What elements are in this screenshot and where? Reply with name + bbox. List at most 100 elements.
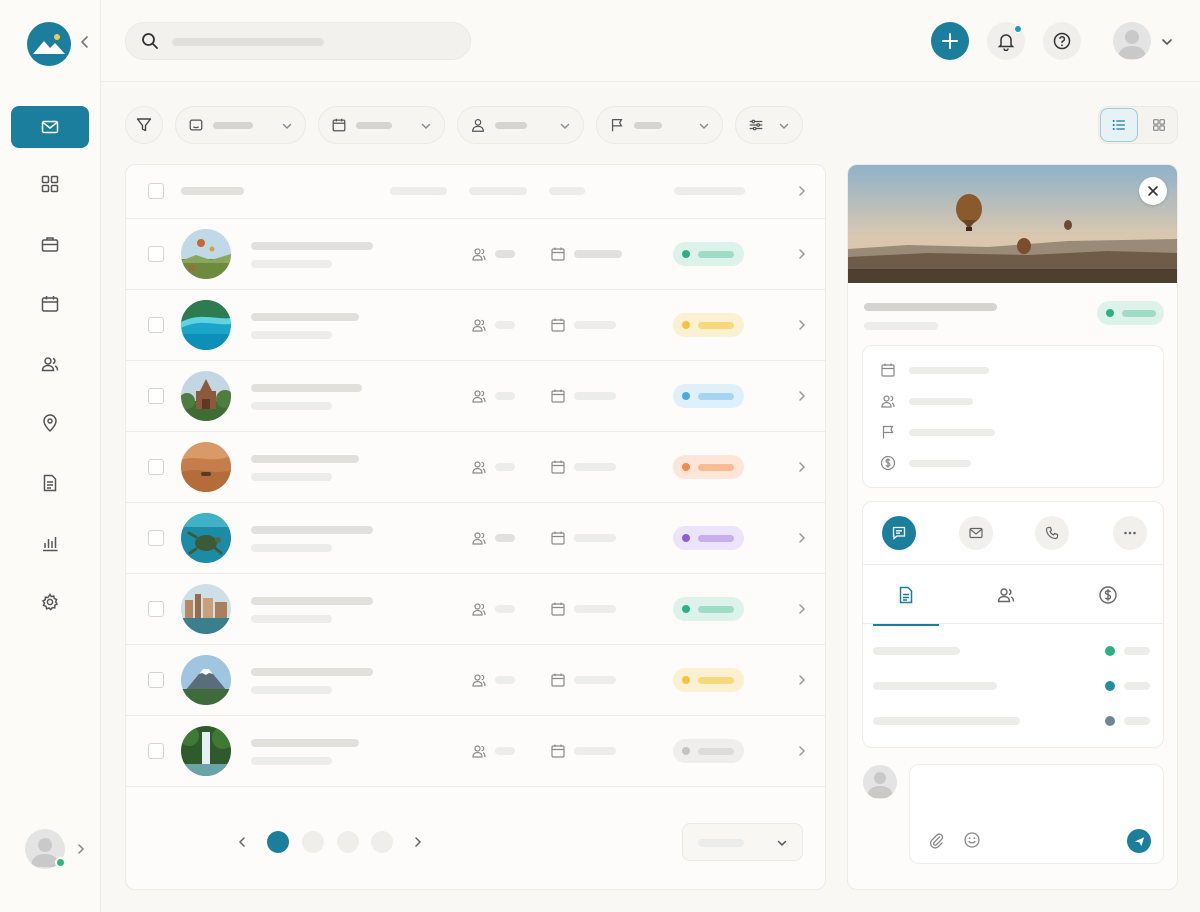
tab-participants[interactable] bbox=[973, 565, 1039, 625]
rows-per-page-select[interactable] bbox=[682, 823, 803, 861]
sidebar-item-reports[interactable] bbox=[11, 522, 89, 564]
filter-priority-dropdown[interactable] bbox=[596, 106, 723, 144]
chevron-right-icon bbox=[799, 186, 806, 196]
row-subtitle bbox=[251, 757, 332, 765]
help-icon bbox=[1053, 32, 1071, 50]
chevron-right-icon bbox=[799, 604, 806, 614]
close-detail-button[interactable] bbox=[1139, 177, 1167, 205]
row-checkbox[interactable] bbox=[148, 743, 164, 759]
row-checkbox[interactable] bbox=[148, 672, 164, 688]
calendar-icon bbox=[551, 602, 565, 616]
call-button[interactable] bbox=[1035, 516, 1069, 550]
row-thumbnail-coast bbox=[181, 300, 231, 350]
status-badge bbox=[673, 668, 744, 692]
column-header-date[interactable] bbox=[469, 187, 527, 195]
filter-button[interactable] bbox=[125, 106, 163, 144]
sidebar-item-calendar[interactable] bbox=[11, 283, 89, 325]
status-badge bbox=[673, 739, 744, 763]
add-new-button[interactable] bbox=[931, 22, 969, 60]
attachment-icon[interactable] bbox=[927, 831, 945, 849]
page-4-button[interactable] bbox=[371, 831, 393, 853]
row-checkbox[interactable] bbox=[148, 530, 164, 546]
filter-date-dropdown[interactable] bbox=[318, 106, 445, 144]
sidebar-item-contacts[interactable] bbox=[11, 343, 89, 385]
tab-notes[interactable] bbox=[873, 565, 939, 626]
column-header-owner[interactable] bbox=[390, 187, 447, 195]
sidebar-item-locations[interactable] bbox=[11, 402, 89, 444]
table-row[interactable] bbox=[126, 645, 825, 716]
table-row[interactable] bbox=[126, 361, 825, 432]
row-thumbnail-city bbox=[181, 584, 231, 634]
row-thumbnail-turtle bbox=[181, 513, 231, 563]
users-icon bbox=[472, 603, 486, 616]
filter-owner-dropdown[interactable] bbox=[457, 106, 584, 144]
list-item[interactable] bbox=[873, 646, 1153, 656]
email-button[interactable] bbox=[959, 516, 993, 550]
sidebar-item-documents[interactable] bbox=[11, 462, 89, 504]
page-3-button[interactable] bbox=[337, 831, 359, 853]
row-date bbox=[574, 676, 616, 684]
table-row[interactable] bbox=[126, 503, 825, 574]
filter-owner-label bbox=[495, 121, 527, 129]
row-owner-count bbox=[495, 463, 515, 471]
table-row[interactable] bbox=[126, 219, 825, 290]
sidebar-item-dashboard[interactable] bbox=[11, 163, 89, 205]
user-avatar[interactable] bbox=[1113, 22, 1151, 60]
users-icon bbox=[472, 745, 486, 758]
search-icon bbox=[142, 33, 158, 49]
list-item[interactable] bbox=[873, 716, 1153, 726]
emoji-icon[interactable] bbox=[963, 831, 981, 849]
sidebar-item-projects[interactable] bbox=[11, 223, 89, 265]
row-subtitle bbox=[251, 615, 332, 623]
row-checkbox[interactable] bbox=[148, 601, 164, 617]
table-row[interactable] bbox=[126, 432, 825, 503]
sliders-icon bbox=[749, 119, 763, 131]
row-title bbox=[251, 526, 373, 534]
user-menu-expand-button[interactable] bbox=[75, 842, 87, 856]
next-page-button[interactable] bbox=[412, 835, 424, 849]
collapse-sidebar-button[interactable] bbox=[78, 34, 92, 50]
comment-input[interactable] bbox=[922, 775, 1152, 825]
chevron-left-icon bbox=[81, 36, 88, 48]
sidebar-item-inbox[interactable] bbox=[11, 106, 89, 148]
sidebar-item-settings[interactable] bbox=[11, 581, 89, 623]
row-checkbox[interactable] bbox=[148, 317, 164, 333]
table-row[interactable] bbox=[126, 716, 825, 787]
page-1-button[interactable] bbox=[267, 831, 289, 853]
row-thumbnail-waterfall bbox=[181, 726, 231, 776]
search-bar[interactable] bbox=[125, 22, 471, 60]
calendar-icon bbox=[332, 118, 346, 132]
column-header-status[interactable] bbox=[674, 187, 745, 195]
select-all-checkbox[interactable] bbox=[148, 183, 164, 199]
calendar-icon bbox=[551, 531, 565, 545]
row-checkbox[interactable] bbox=[148, 246, 164, 262]
detail-hero-image bbox=[848, 165, 1177, 283]
filter-category-dropdown[interactable] bbox=[175, 106, 306, 144]
grid-view-button[interactable] bbox=[1140, 108, 1178, 142]
message-button[interactable] bbox=[882, 516, 916, 550]
page-2-button[interactable] bbox=[302, 831, 324, 853]
sidebar bbox=[0, 0, 101, 912]
column-header-name[interactable] bbox=[181, 187, 244, 195]
tab-billing[interactable] bbox=[1075, 565, 1141, 625]
column-header-tag[interactable] bbox=[549, 187, 585, 195]
table-row[interactable] bbox=[126, 290, 825, 361]
advanced-filters-dropdown[interactable] bbox=[735, 106, 803, 144]
user-menu-dropdown[interactable] bbox=[1160, 35, 1174, 47]
list-view-button[interactable] bbox=[1100, 108, 1138, 142]
chevron-down-icon bbox=[777, 840, 787, 847]
row-checkbox[interactable] bbox=[148, 459, 164, 475]
chevron-down-icon bbox=[560, 123, 570, 129]
help-button[interactable] bbox=[1043, 22, 1081, 60]
send-comment-button[interactable] bbox=[1127, 829, 1151, 853]
detail-info-card bbox=[862, 345, 1164, 488]
table-row[interactable] bbox=[126, 574, 825, 645]
row-checkbox[interactable] bbox=[148, 388, 164, 404]
user-avatar-icon bbox=[867, 772, 893, 798]
app-logo[interactable] bbox=[27, 22, 71, 66]
mountain-logo-icon bbox=[33, 34, 65, 54]
category-icon bbox=[189, 119, 203, 131]
more-actions-button[interactable] bbox=[1113, 516, 1147, 550]
list-item[interactable] bbox=[873, 681, 1153, 691]
previous-page-button[interactable] bbox=[236, 835, 248, 849]
